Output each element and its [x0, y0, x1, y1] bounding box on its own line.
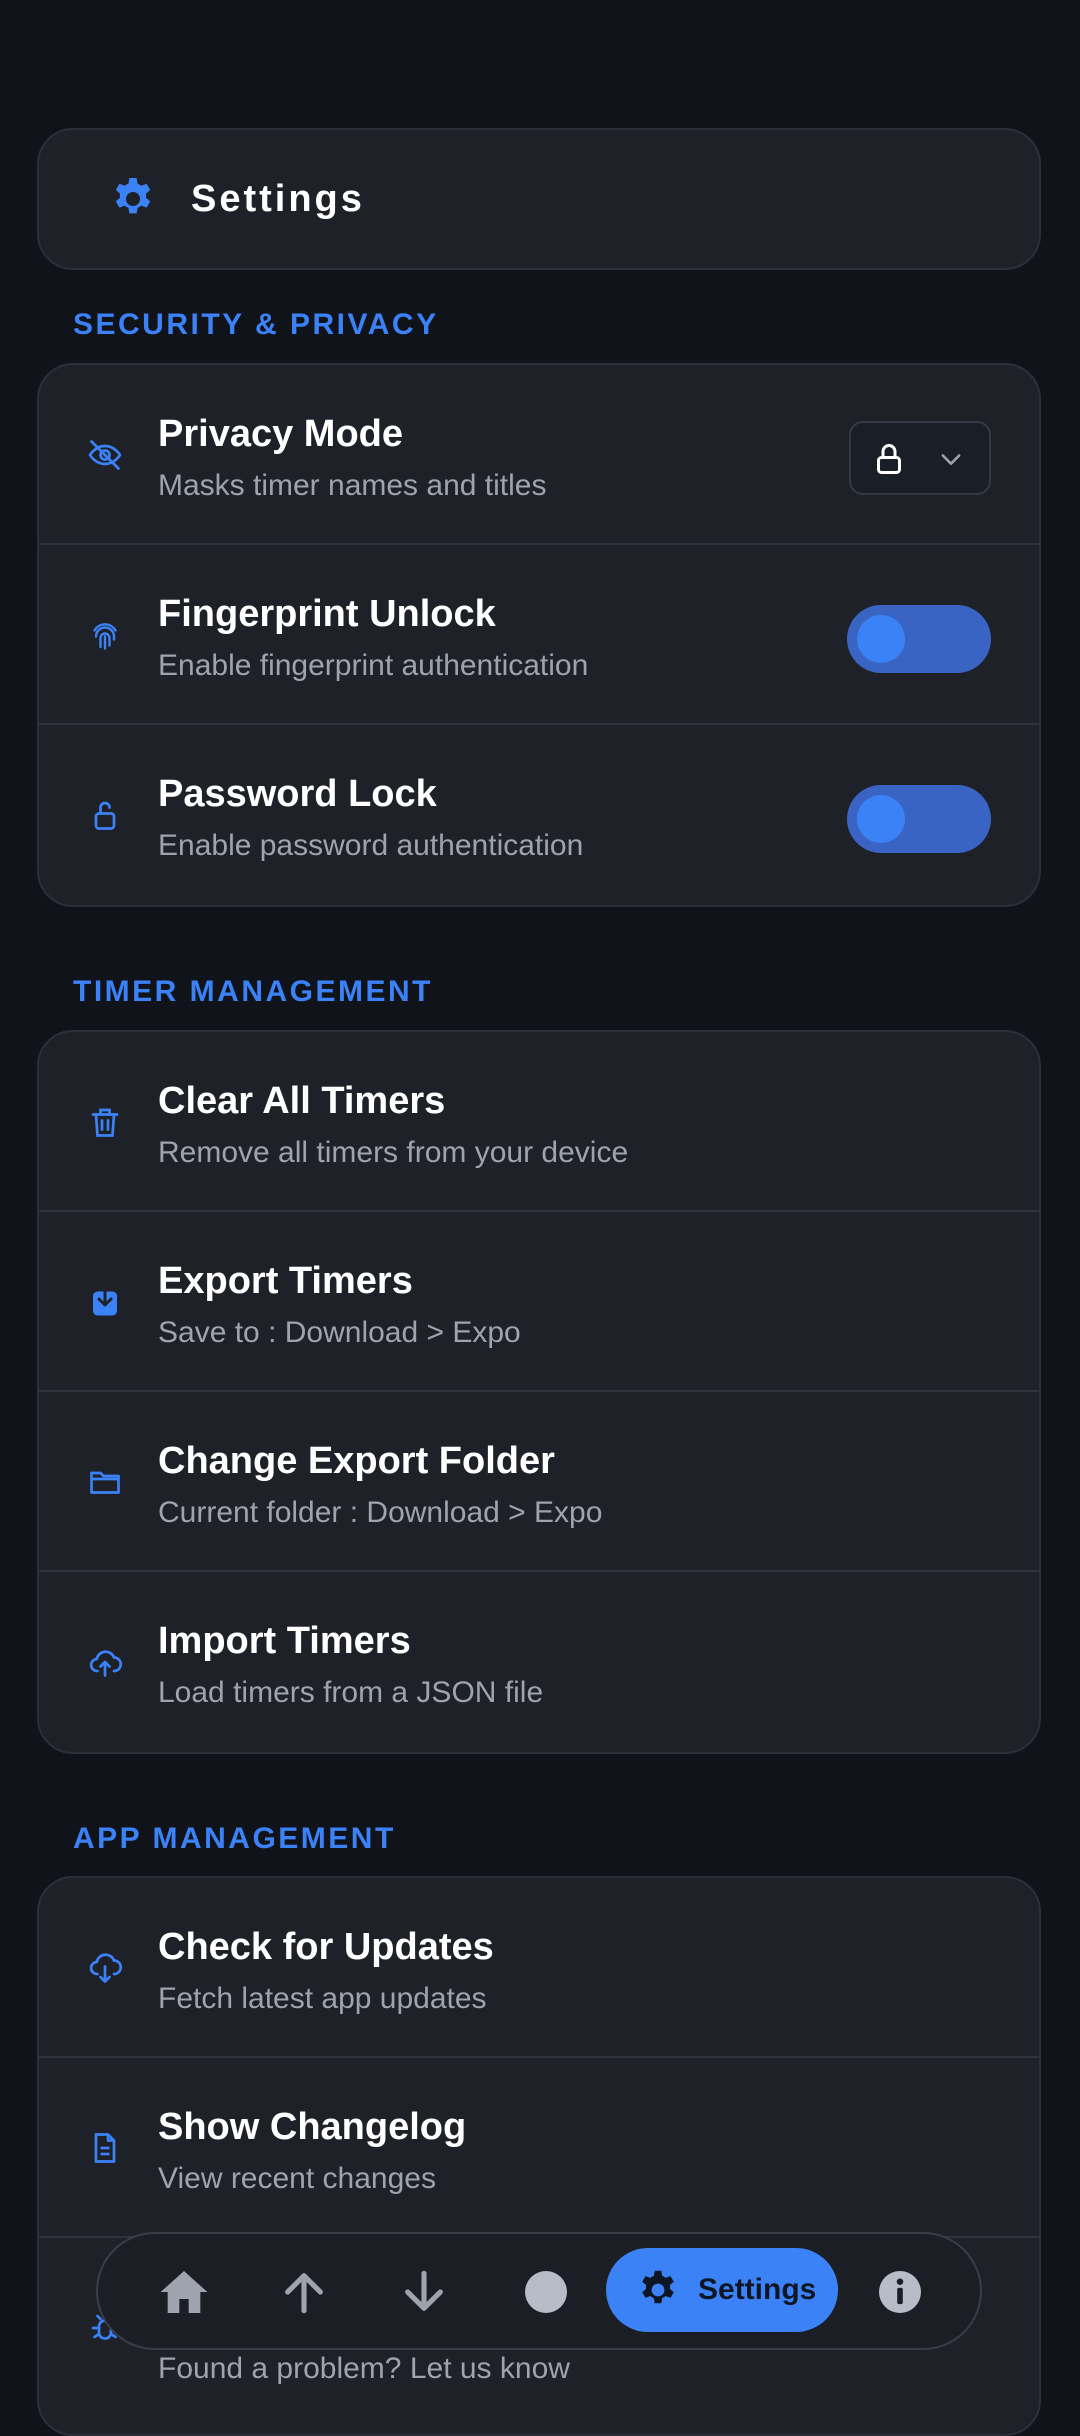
lock-icon	[877, 444, 901, 474]
password-toggle[interactable]	[847, 785, 991, 853]
timers-card: Clear All Timers Remove all timers from …	[37, 1030, 1041, 1754]
cloud-download-icon	[89, 1953, 123, 1983]
eye-off-icon	[88, 440, 122, 470]
changelog-row[interactable]: Show Changelog View recent changes	[39, 2058, 1039, 2238]
cloud-upload-icon	[89, 1650, 123, 1677]
change-folder-title: Change Export Folder	[158, 1440, 555, 1482]
export-timers-subtitle: Save to : Download > Expo	[158, 1316, 521, 1349]
fingerprint-row: Fingerprint Unlock Enable fingerprint au…	[39, 545, 1039, 725]
arrow-down-icon[interactable]	[396, 2264, 452, 2320]
folder-icon	[90, 1471, 120, 1494]
fingerprint-toggle[interactable]	[847, 605, 991, 673]
password-row: Password Lock Enable password authentica…	[39, 725, 1039, 905]
chevron-down-icon	[941, 454, 961, 465]
section-title-security: SECURITY & PRIVACY	[73, 308, 439, 341]
arrow-up-icon[interactable]	[276, 2264, 332, 2320]
download-icon	[93, 1287, 117, 1316]
change-folder-row[interactable]: Change Export Folder Current folder : Do…	[39, 1392, 1039, 1572]
toggle-knob	[857, 795, 905, 843]
trash-icon	[91, 1108, 119, 1137]
toggle-knob	[857, 615, 905, 663]
security-card: Privacy Mode Masks timer names and title…	[37, 363, 1041, 907]
import-timers-row[interactable]: Import Timers Load timers from a JSON fi…	[39, 1572, 1039, 1752]
app-card: Check for Updates Fetch latest app updat…	[37, 1876, 1041, 2436]
privacy-mode-subtitle: Masks timer names and titles	[158, 469, 547, 502]
page-title: Settings	[191, 177, 365, 220]
privacy-mode-title: Privacy Mode	[158, 413, 403, 455]
gear-icon	[115, 178, 151, 214]
bottom-nav: Settings	[96, 2232, 982, 2350]
unlock-icon	[94, 801, 116, 830]
home-icon[interactable]	[156, 2264, 212, 2320]
changelog-title: Show Changelog	[158, 2106, 467, 2148]
fingerprint-icon	[93, 623, 117, 650]
fingerprint-title: Fingerprint Unlock	[158, 593, 496, 635]
export-timers-title: Export Timers	[158, 1260, 413, 1302]
section-title-app: APP MANAGEMENT	[73, 1822, 396, 1855]
changelog-subtitle: View recent changes	[158, 2162, 436, 2195]
password-title: Password Lock	[158, 773, 437, 815]
info-icon[interactable]	[872, 2264, 928, 2320]
privacy-mode-row[interactable]: Privacy Mode Masks timer names and title…	[39, 365, 1039, 545]
import-timers-subtitle: Load timers from a JSON file	[158, 1676, 544, 1709]
privacy-mode-select[interactable]	[849, 421, 991, 495]
password-subtitle: Enable password authentication	[158, 829, 584, 862]
gear-icon	[642, 2270, 674, 2304]
document-icon	[94, 2133, 116, 2163]
check-updates-row[interactable]: Check for Updates Fetch latest app updat…	[39, 1878, 1039, 2058]
check-updates-title: Check for Updates	[158, 1926, 494, 1968]
fingerprint-subtitle: Enable fingerprint authentication	[158, 649, 589, 682]
export-timers-row[interactable]: Export Timers Save to : Download > Expo	[39, 1212, 1039, 1392]
nav-settings-label: Settings	[698, 2273, 817, 2306]
check-updates-subtitle: Fetch latest app updates	[158, 1982, 487, 2015]
clear-timers-subtitle: Remove all timers from your device	[158, 1136, 629, 1169]
section-title-timers: TIMER MANAGEMENT	[73, 975, 433, 1008]
nav-settings-button[interactable]: Settings	[606, 2248, 838, 2332]
header-card: Settings	[37, 128, 1041, 270]
import-timers-title: Import Timers	[158, 1620, 411, 1662]
clear-timers-row[interactable]: Clear All Timers Remove all timers from …	[39, 1032, 1039, 1212]
clear-timers-title: Clear All Timers	[158, 1080, 446, 1122]
change-folder-subtitle: Current folder : Download > Expo	[158, 1496, 603, 1529]
report-bug-subtitle: Found a problem? Let us know	[158, 2352, 570, 2385]
circle-icon[interactable]	[518, 2264, 574, 2320]
